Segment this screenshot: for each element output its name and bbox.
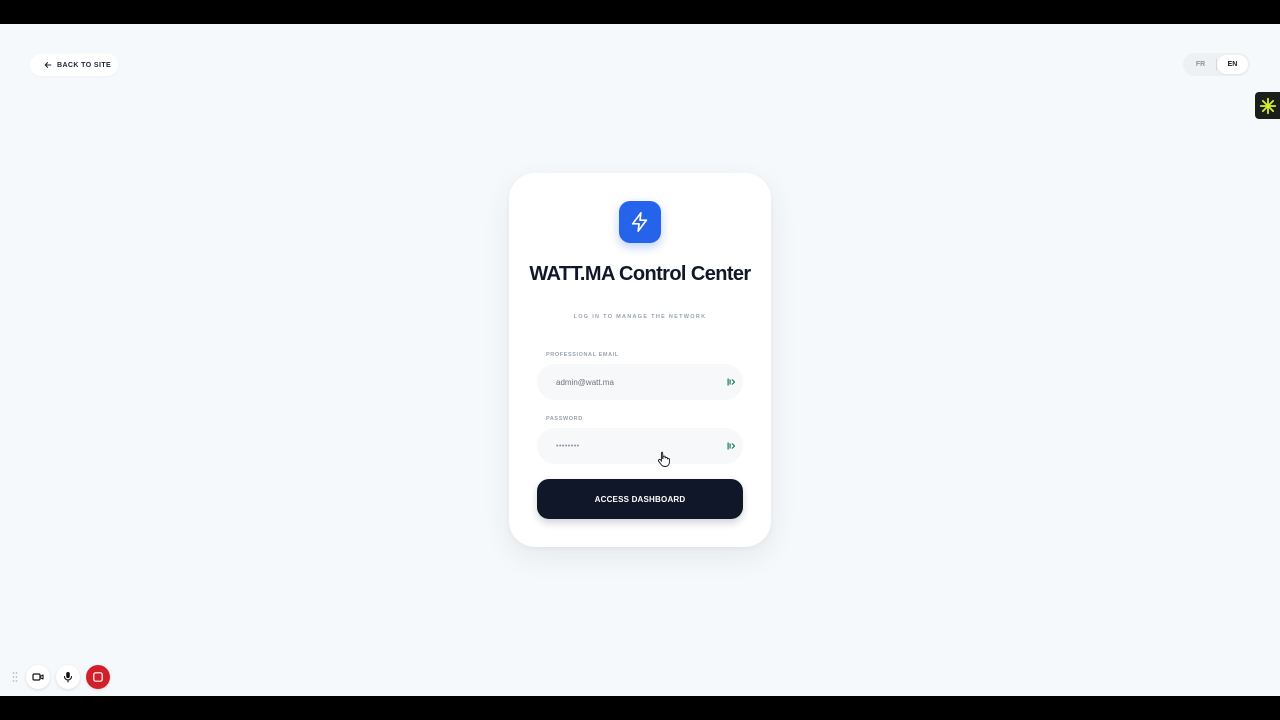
language-option-en[interactable]: EN (1217, 55, 1248, 74)
page-title: WATT.MA Control Center (529, 263, 751, 285)
password-field[interactable]: •••••••• (537, 428, 743, 464)
login-card: WATT.MA Control Center LOG IN TO MANAGE … (509, 173, 771, 547)
language-option-fr[interactable]: FR (1185, 55, 1216, 74)
screen-recorder-toolbar (10, 665, 110, 689)
arrow-left-icon (44, 62, 52, 68)
lightning-bolt-icon (631, 212, 648, 232)
password-manager-icon[interactable] (727, 378, 735, 386)
drag-handle-icon[interactable] (10, 670, 20, 684)
letterbox-bottom (0, 696, 1280, 720)
email-value: admin@watt.ma (556, 377, 614, 387)
email-field[interactable]: admin@watt.ma (537, 364, 743, 400)
stop-recording-button[interactable] (86, 665, 110, 689)
camera-icon (32, 673, 44, 681)
hand-pointer-cursor-icon (658, 451, 670, 467)
language-switcher: FR EN (1183, 53, 1250, 76)
password-value: •••••••• (556, 442, 580, 450)
browser-extension-widget[interactable] (1255, 92, 1280, 119)
camera-toggle-button[interactable] (26, 665, 50, 689)
password-label: PASSWORD (546, 416, 583, 422)
stop-icon (93, 672, 103, 682)
microphone-icon (63, 672, 73, 683)
microphone-toggle-button[interactable] (56, 665, 80, 689)
password-manager-icon[interactable] (727, 442, 735, 450)
page-viewport: BACK TO SITE FR EN WATT.MA Control Cente… (0, 24, 1280, 696)
app-logo (619, 201, 661, 243)
access-dashboard-button[interactable]: ACCESS DASHBOARD (537, 479, 743, 519)
email-label: PROFESSIONAL EMAIL (546, 352, 619, 358)
back-to-site-label: BACK TO SITE (57, 61, 112, 69)
page-subtitle: LOG IN TO MANAGE THE NETWORK (573, 314, 707, 320)
extension-sparkle-icon (1259, 97, 1277, 114)
back-to-site-button[interactable]: BACK TO SITE (30, 54, 118, 76)
letterbox-top (0, 0, 1280, 24)
